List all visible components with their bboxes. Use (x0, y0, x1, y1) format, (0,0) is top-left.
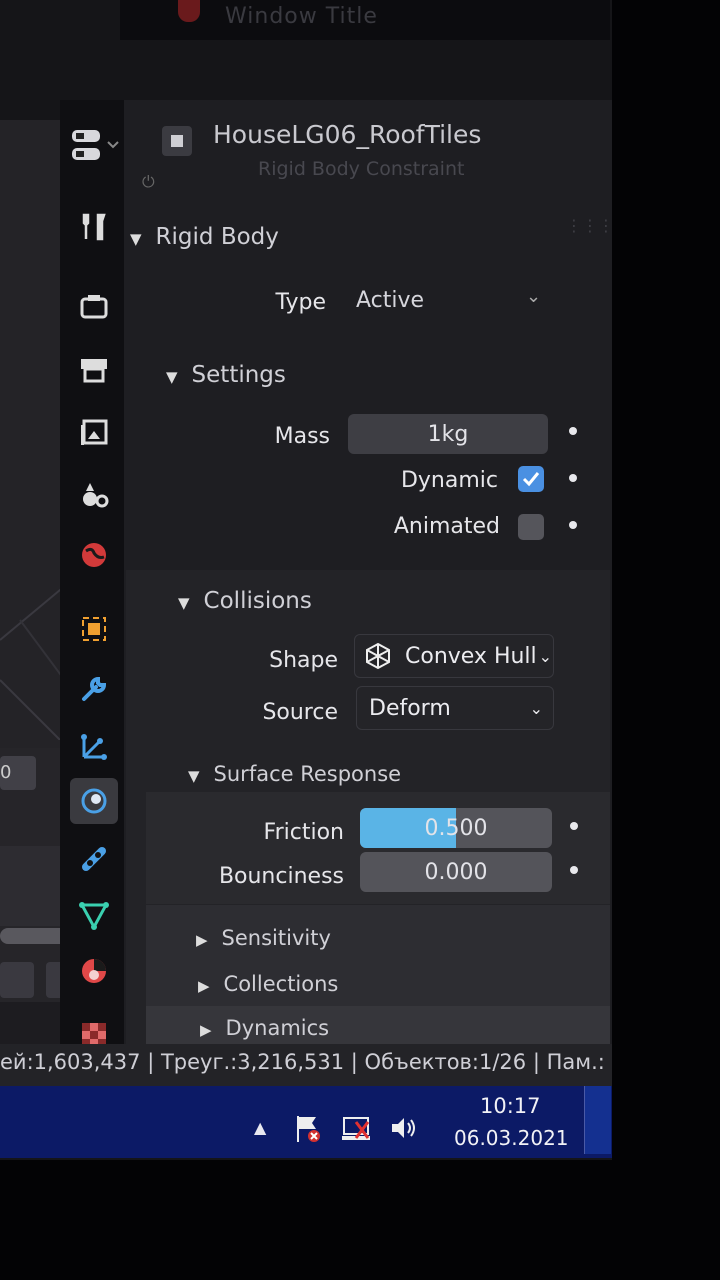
physics-icon (81, 788, 107, 814)
source-label: Source (262, 700, 338, 725)
sensitivity-panel-header[interactable]: ▶ Sensitivity (196, 926, 331, 950)
tab-object[interactable] (70, 606, 118, 652)
clock-date[interactable]: 06.03.2021 (454, 1126, 569, 1150)
tab-world[interactable] (70, 532, 118, 578)
friction-value: 0.500 (424, 815, 488, 841)
animated-checkbox[interactable] (518, 514, 544, 540)
friction-label: Friction (263, 820, 344, 845)
surface-response-panel-header[interactable]: ▼ Surface Response (188, 762, 401, 786)
shape-dropdown[interactable]: Convex Hull ⌄ (354, 634, 554, 678)
sensitivity-title: Sensitivity (221, 926, 331, 950)
source-dropdown[interactable]: Deform ⌄ (356, 686, 554, 730)
drag-handle-icon[interactable]: ⋮⋮⋮ (566, 216, 614, 235)
collapse-triangle-icon: ▼ (130, 230, 142, 248)
shape-value: Convex Hull (405, 643, 537, 669)
tab-physics[interactable] (70, 778, 118, 824)
dynamics-panel-header[interactable]: ▶ Dynamics (200, 1016, 329, 1040)
editor-type-icon[interactable] (68, 126, 124, 170)
checkmark-icon (522, 472, 540, 487)
modifier-icon (82, 676, 107, 701)
data-icon (79, 902, 109, 931)
mass-field[interactable]: 1kg (348, 414, 548, 454)
network-icon[interactable] (340, 1112, 374, 1148)
particles-icon (81, 734, 107, 760)
view-layer-icon (81, 419, 108, 445)
ghost-panel-title: Rigid Body Constraint (258, 158, 465, 180)
app-logo-icon (178, 0, 200, 22)
output-icon (81, 359, 107, 383)
window-title: Window Title (225, 4, 378, 29)
keyframe-dot-icon[interactable] (569, 427, 577, 435)
scene-icon (83, 483, 109, 508)
source-value: Deform (369, 695, 451, 721)
animated-label: Animated (393, 514, 500, 539)
left-arrow-button[interactable] (0, 962, 34, 998)
tool-icon (82, 213, 106, 241)
expand-triangle-icon: ▶ (198, 977, 210, 995)
keyframe-dot-icon[interactable] (570, 822, 578, 830)
object-icon (82, 617, 106, 641)
tab-data[interactable] (70, 892, 118, 938)
collisions-panel-header[interactable]: ▼ Collisions (178, 588, 312, 614)
chevron-down-icon: ⌄ (526, 286, 542, 307)
type-dropdown[interactable]: Active (356, 288, 424, 313)
collections-title: Collections (223, 972, 339, 996)
left-scrollbar[interactable] (0, 928, 68, 944)
collapse-triangle-icon: ▼ (178, 594, 190, 612)
tab-output[interactable] (70, 346, 118, 392)
chevron-down-icon: ⌄ (538, 646, 553, 666)
clock-time[interactable]: 10:17 (480, 1094, 541, 1118)
friction-slider[interactable]: 0.500 (360, 808, 552, 848)
object-data-icon (162, 126, 192, 156)
mass-label: Mass (274, 424, 330, 449)
settings-panel-header[interactable]: ▼ Settings (166, 362, 286, 388)
chevron-down-icon: ⌄ (529, 698, 543, 718)
tab-particles[interactable] (70, 724, 118, 770)
tray-expand-icon[interactable]: ▲ (254, 1118, 266, 1137)
settings-title: Settings (191, 362, 286, 388)
render-icon (80, 295, 108, 319)
action-center-flag-icon[interactable] (292, 1112, 324, 1148)
collapse-triangle-icon: ▼ (188, 767, 200, 785)
dynamic-label: Dynamic (400, 468, 498, 493)
collapse-triangle-icon: ▼ (166, 368, 178, 386)
bounciness-value: 0.000 (424, 859, 488, 885)
object-name[interactable]: HouseLG06_RoofTiles (213, 120, 481, 149)
tab-constraints[interactable] (70, 836, 118, 882)
left-number-field[interactable]: 0 (0, 756, 36, 790)
shape-label: Shape (269, 648, 338, 673)
tab-view-layer[interactable] (70, 410, 118, 456)
show-desktop-button[interactable] (584, 1086, 611, 1154)
pin-icon[interactable]: ⏻ (142, 172, 155, 192)
volume-icon[interactable] (388, 1112, 420, 1148)
tab-tool[interactable] (70, 204, 118, 250)
dynamic-checkbox[interactable] (518, 466, 544, 492)
convex-hull-icon (366, 642, 390, 670)
dynamics-title: Dynamics (225, 1016, 330, 1040)
tab-scene[interactable] (70, 472, 118, 518)
expand-triangle-icon: ▶ (196, 931, 208, 949)
keyframe-dot-icon[interactable] (569, 521, 577, 529)
surface-response-title: Surface Response (213, 762, 402, 786)
bounciness-label: Bounciness (218, 864, 344, 889)
world-icon (82, 543, 106, 567)
type-label: Type (275, 290, 326, 315)
tab-render[interactable] (70, 284, 118, 330)
keyframe-dot-icon[interactable] (570, 866, 578, 874)
material-icon (82, 959, 106, 983)
expand-triangle-icon: ▶ (200, 1021, 212, 1039)
tab-material[interactable] (70, 948, 118, 994)
keyframe-dot-icon[interactable] (569, 474, 577, 482)
tab-modifier[interactable] (70, 666, 118, 712)
collections-panel-header[interactable]: ▶ Collections (198, 972, 338, 996)
bounciness-slider[interactable]: 0.000 (360, 852, 552, 892)
scene-statistics: ей:1,603,437 | Треуг.:3,216,531 | Объект… (0, 1050, 612, 1074)
rigid-body-title: Rigid Body (155, 224, 279, 250)
collisions-title: Collisions (203, 588, 312, 614)
constraints-icon (82, 847, 106, 871)
rigid-body-panel-header[interactable]: ▼ Rigid Body (130, 224, 279, 250)
